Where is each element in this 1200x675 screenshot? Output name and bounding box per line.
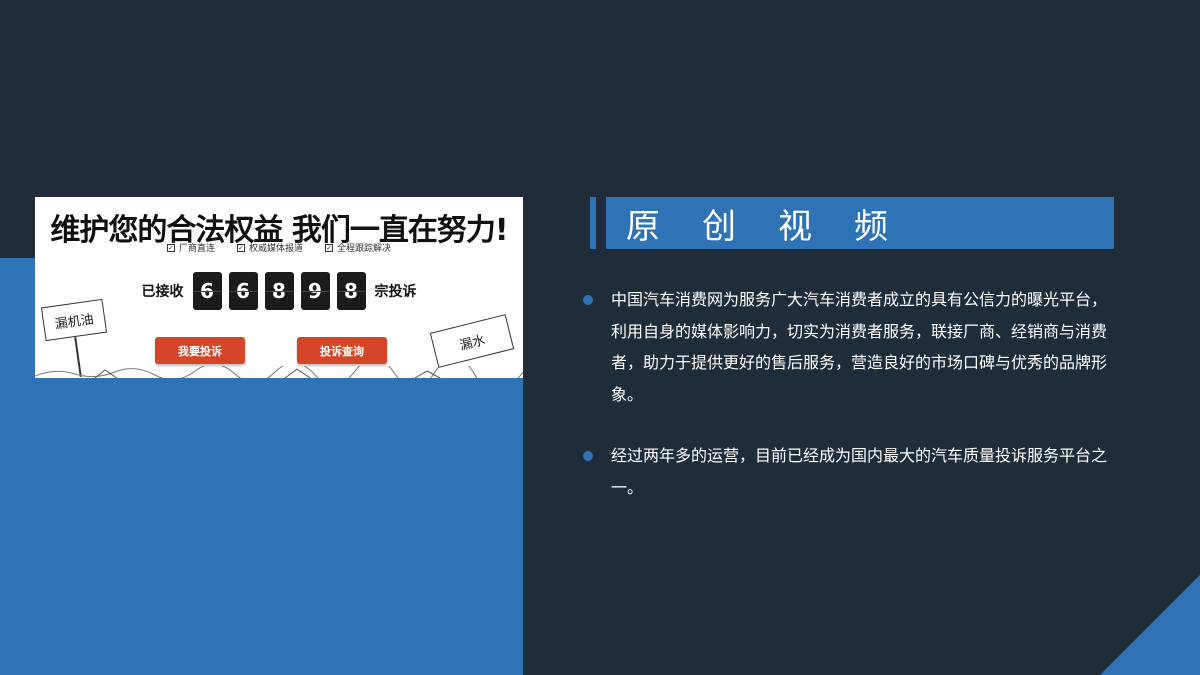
complaint-query-button[interactable]: 投诉查询: [297, 337, 387, 364]
water-leak-sign: 漏水: [429, 314, 515, 368]
feature-check-item: ✓ 权威媒体报道: [236, 241, 303, 254]
feature-check-label: 权威媒体报道: [248, 244, 303, 254]
section-title-bar: 原创视频: [606, 197, 1114, 249]
counter-digit: 9: [300, 272, 330, 310]
crowd-sketch-illustration: [35, 366, 523, 378]
list-item: 经过两年多的运营，目前已经成为国内最大的汽车质量投诉服务平台之一。: [583, 440, 1118, 503]
title-accent-bar: [590, 197, 596, 249]
complaint-counter: 已接收 6 6 8 9 8 宗投诉: [35, 272, 523, 310]
list-item: 中国汽车消费网为服务广大汽车消费者成立的具有公信力的曝光平台，利用自身的媒体影响…: [583, 284, 1118, 410]
feature-check-label: 全程跟踪解决: [337, 244, 392, 254]
banner-feature-checks: ✓ 厂商直连 ✓ 权威媒体报道 ✓ 全程跟踪解决: [35, 241, 523, 254]
checkbox-icon: ✓: [236, 243, 245, 252]
counter-prefix: 已接收: [141, 284, 184, 300]
bullet-dot-icon: [583, 295, 593, 305]
oil-leak-sign: 漏机油: [40, 298, 108, 342]
checkbox-icon: ✓: [166, 243, 175, 252]
file-complaint-button[interactable]: 我要投诉: [155, 337, 245, 364]
description-list: 中国汽车消费网为服务广大汽车消费者成立的具有公信力的曝光平台，利用自身的媒体影响…: [583, 284, 1118, 533]
feature-check-item: ✓ 全程跟踪解决: [325, 241, 391, 254]
bullet-text: 经过两年多的运营，目前已经成为国内最大的汽车质量投诉服务平台之一。: [611, 446, 1108, 497]
feature-check-label: 厂商直连: [178, 244, 215, 254]
counter-digit: 8: [264, 272, 294, 310]
bullet-dot-icon: [583, 451, 593, 461]
decorative-corner-triangle: [1100, 575, 1200, 675]
checkbox-icon: ✓: [325, 243, 333, 252]
feature-check-item: ✓ 厂商直连: [166, 241, 215, 254]
counter-digit: 6: [228, 272, 258, 310]
bullet-text: 中国汽车消费网为服务广大汽车消费者成立的具有公信力的曝光平台，利用自身的媒体影响…: [611, 290, 1108, 404]
counter-suffix: 宗投诉: [374, 284, 417, 300]
counter-digit: 6: [192, 272, 222, 310]
section-title: 原创视频: [626, 206, 930, 247]
counter-digit: 8: [336, 272, 366, 310]
complaint-banner-image: 维护您的合法权益 我们一直在努力! ✓ 厂商直连 ✓ 权威媒体报道 ✓ 全程跟踪…: [35, 197, 523, 378]
